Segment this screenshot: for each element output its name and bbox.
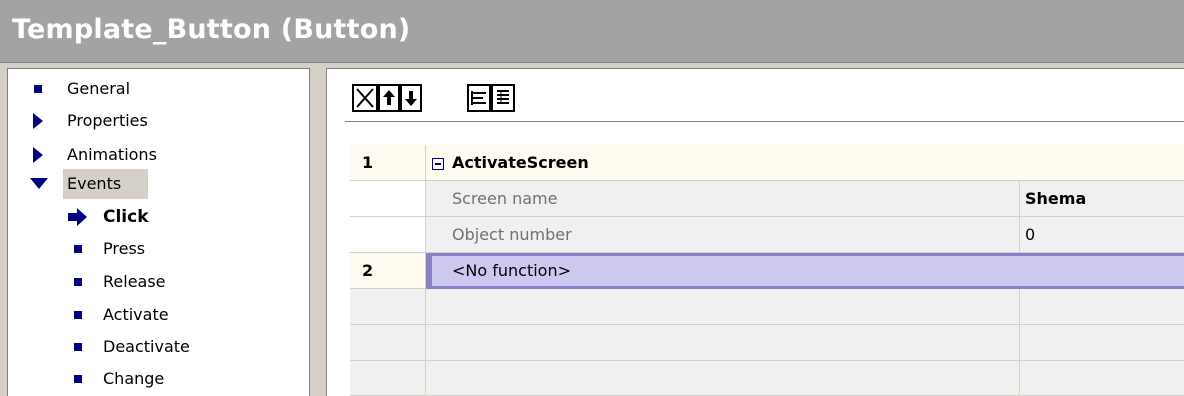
parameter-value-cell[interactable]: Shema	[1020, 181, 1184, 217]
table-row-empty[interactable]	[350, 289, 1184, 325]
row-number	[350, 325, 426, 361]
table-row-empty[interactable]	[350, 325, 1184, 361]
list-button[interactable]	[491, 84, 515, 112]
bullet-icon	[70, 367, 86, 391]
nav-label: Change	[103, 369, 165, 388]
row-number: 1	[350, 145, 426, 181]
parameter-name-cell: Screen name	[426, 181, 1020, 217]
empty-cell	[1020, 361, 1184, 396]
function-name: <No function>	[452, 261, 572, 280]
expand-arrow-icon	[30, 143, 46, 167]
move-up-icon	[383, 90, 395, 105]
bullet-icon	[30, 77, 46, 101]
empty-cell	[426, 325, 1020, 361]
nav-item-deactivate[interactable]: Deactivate	[70, 335, 270, 359]
bullet-icon	[70, 237, 86, 261]
empty-cell	[1020, 325, 1184, 361]
function-name-cell[interactable]: ActivateScreen	[426, 145, 1020, 181]
nav-item-animations[interactable]: Animations	[30, 143, 230, 167]
nav-label: Properties	[67, 111, 148, 130]
collapse-icon[interactable]	[432, 158, 444, 170]
delete-icon	[356, 88, 374, 108]
nav-item-general[interactable]: General	[30, 77, 230, 101]
row-number	[350, 181, 426, 217]
current-arrow-icon	[68, 205, 90, 229]
row-number	[350, 361, 426, 396]
parameter-name-cell: Object number	[426, 217, 1020, 253]
parameter-value-cell[interactable]: 0	[1020, 217, 1184, 253]
row-number: 2	[350, 253, 426, 289]
nav-label: Deactivate	[103, 337, 190, 356]
move-down-button[interactable]	[400, 84, 422, 112]
nav-item-events[interactable]: Events	[30, 172, 230, 196]
empty-cell	[426, 361, 1020, 396]
move-down-icon	[405, 91, 417, 106]
nav-label: Animations	[67, 145, 157, 164]
nav-label: Release	[103, 272, 166, 291]
outdent-button[interactable]	[467, 84, 491, 112]
table-row[interactable]: 1 ActivateScreen	[350, 145, 1184, 181]
functions-grid: 1 ActivateScreen Screen name Shema Objec…	[350, 145, 1184, 396]
outdent-icon	[471, 91, 486, 105]
nav-label: Press	[103, 239, 146, 258]
row-number	[350, 289, 426, 325]
function-name: ActivateScreen	[452, 153, 589, 172]
title-bar: Template_Button (Button)	[0, 0, 1184, 63]
collapse-arrow-icon	[30, 172, 48, 196]
delete-button[interactable]	[352, 84, 378, 112]
nav-item-activate[interactable]: Activate	[70, 303, 270, 327]
nav-item-click[interactable]: Click	[68, 205, 268, 229]
nav-label: General	[67, 79, 131, 98]
empty-cell	[1020, 289, 1184, 325]
nav-item-change[interactable]: Change	[70, 367, 270, 391]
bullet-icon	[70, 270, 86, 294]
table-row[interactable]: Screen name Shema	[350, 181, 1184, 217]
nav-label: Activate	[103, 305, 169, 324]
list-icon	[497, 90, 509, 104]
nav-label: Click	[103, 207, 149, 227]
table-row-empty[interactable]	[350, 361, 1184, 396]
row-number	[350, 217, 426, 253]
parameter-name: Object number	[452, 225, 572, 244]
move-up-button[interactable]	[378, 84, 400, 112]
value-cell	[1020, 145, 1184, 181]
window-title: Template_Button (Button)	[12, 14, 411, 45]
nav-item-press[interactable]: Press	[70, 237, 270, 261]
nav-item-release[interactable]: Release	[70, 270, 270, 294]
table-row[interactable]: Object number 0	[350, 217, 1184, 253]
bullet-icon	[70, 335, 86, 359]
bullet-icon	[70, 303, 86, 327]
expand-arrow-icon	[30, 109, 46, 133]
function-name-cell[interactable]: <No function>	[426, 253, 1184, 289]
nav-label: Events	[67, 174, 122, 193]
table-row-selected[interactable]: 2 <No function>	[350, 253, 1184, 289]
nav-item-properties[interactable]: Properties	[30, 109, 230, 133]
parameter-name: Screen name	[452, 189, 558, 208]
toolbar-separator	[345, 121, 1184, 122]
empty-cell	[426, 289, 1020, 325]
